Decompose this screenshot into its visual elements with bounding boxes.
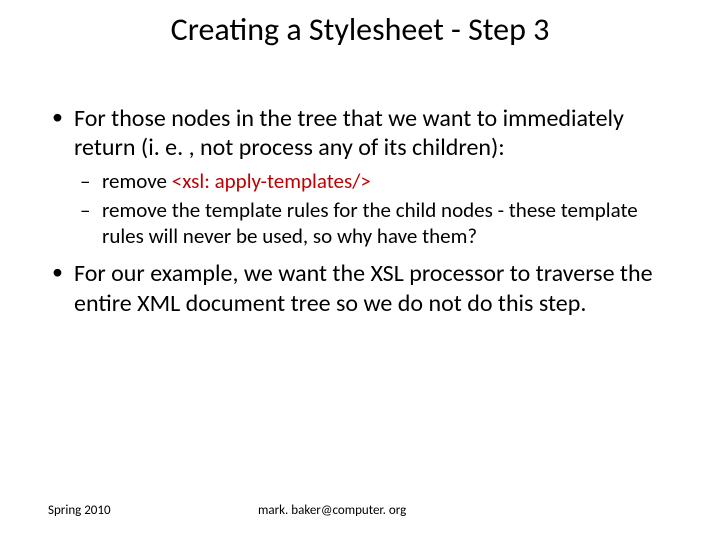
footer: Spring 2010 mark. baker@computer. org bbox=[48, 503, 672, 518]
bullet-1-not: not bbox=[200, 133, 233, 162]
bullet-1-text-post: process any of its children): bbox=[233, 133, 504, 162]
bullet-list: For those nodes in the tree that we want… bbox=[48, 104, 672, 318]
bullet-1b: remove the template rules for the child … bbox=[74, 198, 672, 249]
bullet-1a: remove <xsl: apply-templates/> bbox=[74, 169, 672, 195]
bullet-2-not: not bbox=[428, 289, 461, 318]
slide: Creating a Stylesheet - Step 3 For those… bbox=[0, 0, 720, 540]
bullet-2: For our example, we want the XSL process… bbox=[48, 259, 672, 318]
bullet-1a-pre: remove bbox=[102, 168, 172, 194]
bullet-1a-code: <xsl: apply-templates/> bbox=[172, 168, 371, 194]
page-title: Creating a Stylesheet - Step 3 bbox=[48, 10, 672, 49]
bullet-2-text-post: do this step. bbox=[462, 289, 587, 318]
sub-bullet-list: remove <xsl: apply-templates/> remove th… bbox=[74, 169, 672, 250]
footer-term: Spring 2010 bbox=[48, 503, 111, 518]
footer-email: mark. baker@computer. org bbox=[258, 503, 406, 518]
bullet-1: For those nodes in the tree that we want… bbox=[48, 104, 672, 249]
